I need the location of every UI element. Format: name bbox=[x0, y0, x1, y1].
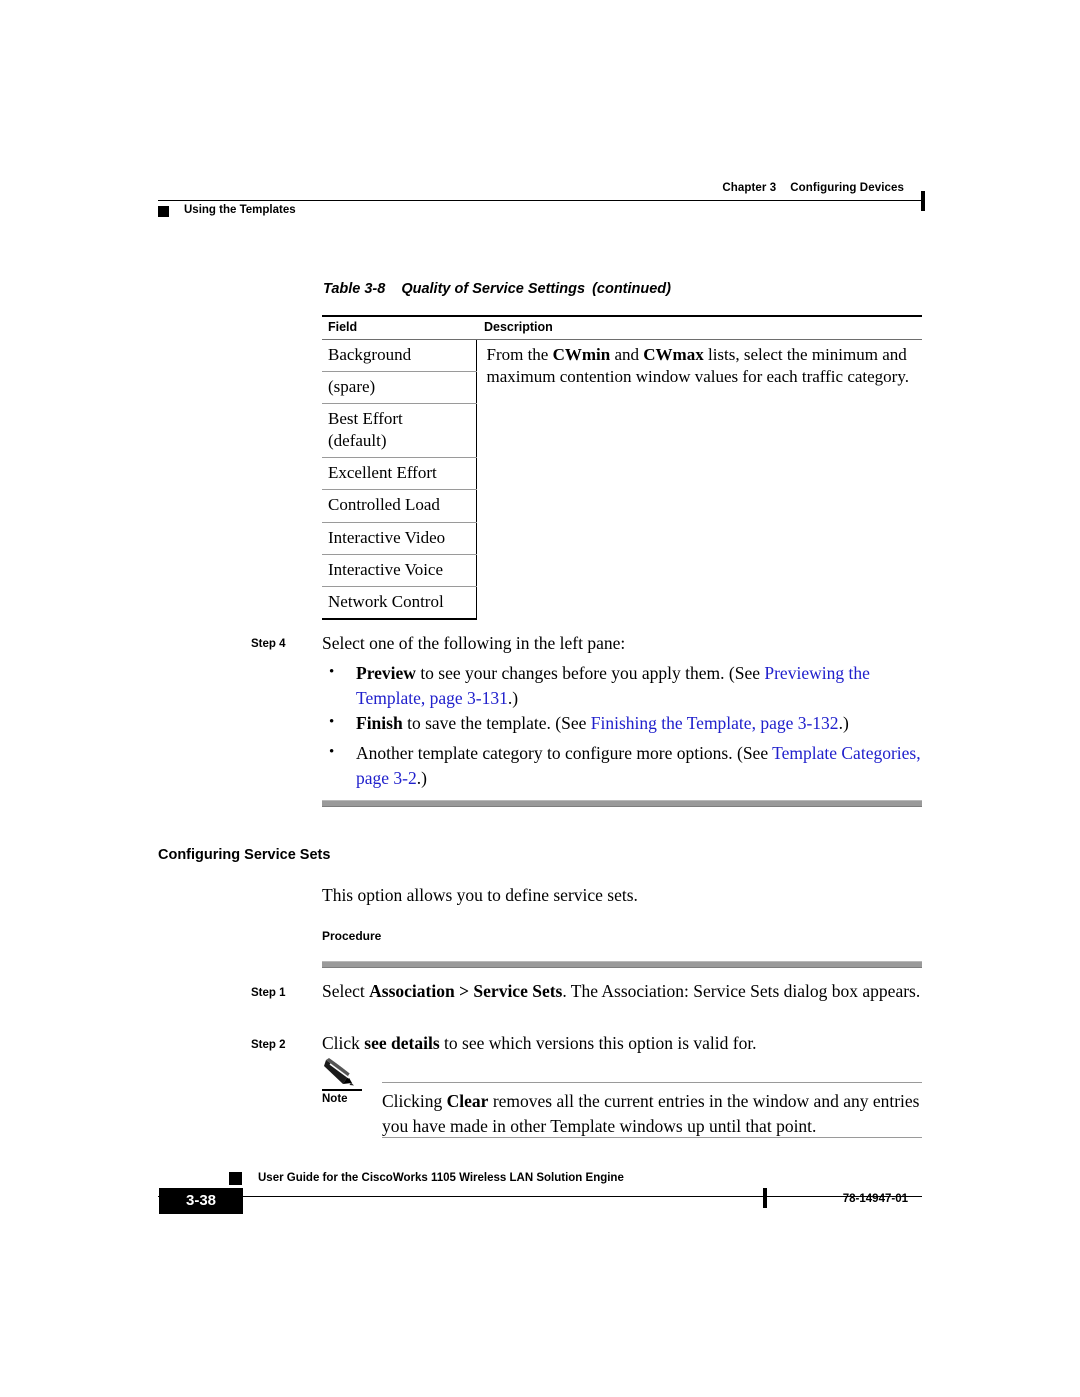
table-cell-field: Background bbox=[322, 339, 477, 373]
step-1-post: . The Association: Service Sets dialog b… bbox=[562, 981, 921, 1001]
bullet-1-text: to see your changes before you apply the… bbox=[415, 663, 765, 683]
step-2-label: Step 2 bbox=[251, 1039, 286, 1051]
link-finishing-the-template[interactable]: Finishing the Template, page 3-132 bbox=[591, 713, 839, 733]
bullet-dot-icon: • bbox=[329, 714, 335, 730]
table-cell-field: Interactive Voice bbox=[322, 554, 477, 587]
bullet-dot-icon: • bbox=[329, 664, 335, 680]
table-cell-field: Controlled Load bbox=[322, 489, 477, 523]
bullet-3-tail: .) bbox=[416, 767, 427, 788]
section-divider-rule bbox=[322, 800, 922, 807]
footer-end-marker bbox=[763, 1188, 767, 1208]
list-item: • Another template category to configure … bbox=[329, 741, 922, 790]
note-pre: Clicking bbox=[382, 1091, 447, 1111]
step-2-text: Click see details to see which versions … bbox=[322, 1031, 922, 1056]
footer-document-number: 78-14947-01 bbox=[842, 1193, 908, 1205]
bullet-3-text: Another template category to configure m… bbox=[356, 743, 773, 763]
bullet-1-tail: .) bbox=[507, 687, 519, 708]
description-mid: and bbox=[610, 345, 644, 364]
note-label: Note bbox=[322, 1093, 348, 1105]
note-body-text: Clicking Clear removes all the current e… bbox=[382, 1089, 927, 1139]
step-4-label: Step 4 bbox=[251, 638, 286, 650]
bullet-1-bold: Preview bbox=[356, 663, 416, 683]
header-end-marker bbox=[921, 191, 925, 211]
header-chapter-title: Configuring Devices bbox=[790, 182, 904, 194]
procedure-label: Procedure bbox=[322, 929, 382, 943]
procedure-divider-rule bbox=[322, 961, 922, 968]
table-header-row: Field Description bbox=[322, 315, 922, 340]
header-bullet-square-icon bbox=[158, 206, 169, 217]
table-cell-field: (spare) bbox=[322, 371, 477, 405]
note-bold: Clear bbox=[446, 1091, 489, 1111]
list-item: • Preview to see your changes before you … bbox=[329, 661, 922, 710]
header-section-title: Using the Templates bbox=[184, 204, 296, 216]
table-col-header-field: Field bbox=[322, 315, 476, 340]
table-cell-field: Network Control bbox=[322, 586, 477, 620]
step-2-pre: Click bbox=[322, 1033, 365, 1053]
bullet-2-text: to save the template. (See bbox=[402, 713, 591, 733]
footer-guide-title: User Guide for the CiscoWorks 1105 Wirel… bbox=[258, 1172, 624, 1184]
table-caption-continued: (continued) bbox=[592, 281, 671, 297]
description-pre: From the bbox=[486, 345, 553, 364]
table-col-header-description: Description bbox=[476, 315, 922, 340]
header-rule bbox=[158, 200, 922, 201]
document-page: Chapter 3 Configuring Devices Using the T… bbox=[0, 0, 1080, 1397]
footer-bullet-square-icon bbox=[229, 1172, 242, 1185]
table-caption: Table 3-8 Quality of Service Settings (con… bbox=[323, 281, 671, 297]
bullet-dot-icon: • bbox=[329, 744, 335, 760]
quality-of-service-table: Field Description Background From the CW… bbox=[322, 315, 922, 620]
table-cell-field: Best Effort (default) bbox=[322, 403, 477, 459]
footer-page-number: 3-38 bbox=[185, 1192, 217, 1209]
step-1-label: Step 1 bbox=[251, 987, 286, 999]
description-bold-cwmax: CWmax bbox=[643, 345, 704, 364]
table-caption-title: Quality of Service Settings bbox=[401, 281, 586, 297]
note-top-rule bbox=[382, 1082, 922, 1083]
bullet-2-bold: Finish bbox=[356, 713, 403, 733]
step-1-bold: Association > Service Sets bbox=[369, 981, 563, 1001]
page-heading: Configuring Service Sets bbox=[158, 847, 331, 863]
header-chapter: Chapter 3 Configuring Devices bbox=[722, 182, 904, 194]
step-2-post: to see which versions this option is val… bbox=[439, 1033, 757, 1053]
note-icon-underline bbox=[322, 1089, 362, 1091]
list-item: • Finish to save the template. (See Finis… bbox=[329, 711, 922, 736]
table-row: Background From the CWmin and CWmax list… bbox=[322, 339, 922, 386]
pencil-icon bbox=[322, 1057, 368, 1091]
footer-rule bbox=[158, 1196, 922, 1197]
step-1-text: Select Association > Service Sets. The A… bbox=[322, 979, 922, 1004]
bullet-2-tail: .) bbox=[838, 713, 849, 733]
step-2-bold: see details bbox=[364, 1033, 440, 1053]
note-bottom-rule bbox=[382, 1137, 922, 1138]
description-bold-cwmin: CWmin bbox=[552, 345, 611, 364]
header-chapter-number: Chapter 3 bbox=[722, 182, 777, 194]
table-cell-description: From the CWmin and CWmax lists, select t… bbox=[476, 340, 922, 619]
step-4-text: Select one of the following in the left … bbox=[322, 633, 626, 653]
step-1-pre: Select bbox=[322, 981, 370, 1001]
table-caption-label: Table 3-8 bbox=[323, 281, 386, 297]
section-intro-text: This option allows you to define service… bbox=[322, 885, 638, 905]
table-cell-field: Interactive Video bbox=[322, 522, 477, 555]
table-cell-field: Excellent Effort bbox=[322, 457, 477, 491]
